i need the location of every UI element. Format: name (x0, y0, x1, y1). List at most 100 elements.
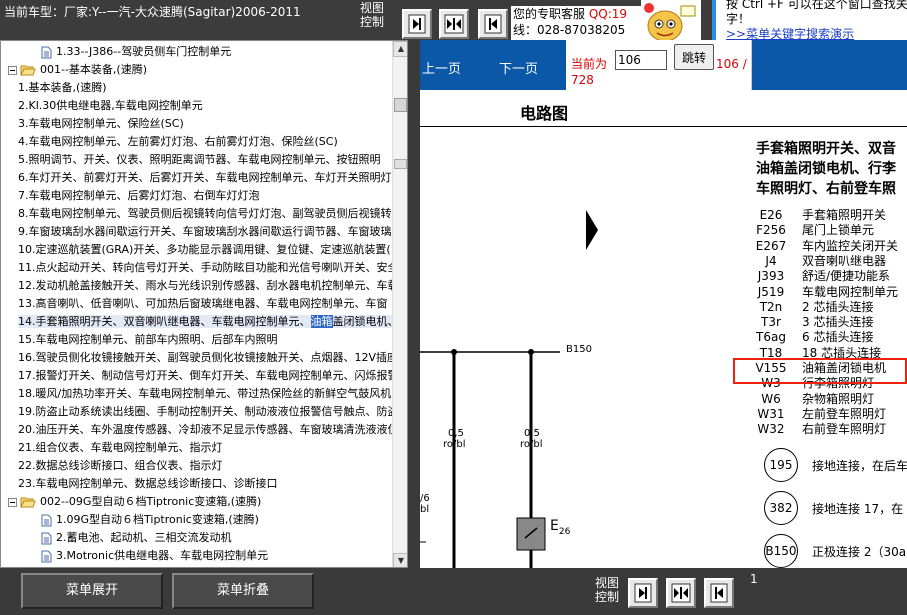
junction-1 (451, 349, 457, 355)
legend-desc: 车内监控关闭开关 (802, 238, 899, 253)
heading-line: 手套箱照明开关、双音 (756, 141, 896, 157)
arrow-right-bar-icon (634, 583, 652, 603)
tree-item[interactable]: 7.车载电网控制单元、后雾灯灯泡、右倒车灯灯泡 (18, 187, 260, 205)
legend-desc: 右前登车照明灯 (802, 422, 887, 437)
document-icon (41, 46, 52, 58)
tree-item[interactable]: 21.组合仪表、车载电网控制单元、指示灯 (18, 439, 223, 457)
legend-entry: W6 杂物箱照明灯 (740, 391, 874, 407)
current-car-model: 当前车型：厂家:Y--一汽-大众速腾(Sagitar)2006-2011 (4, 5, 301, 19)
legend-code: J4 (765, 253, 777, 268)
tree-item[interactable]: 3.Motronic供电继电器、车载电网控制单元 (41, 547, 268, 565)
tree-vertical-scrollbar[interactable]: ▲ ▼ (392, 41, 407, 567)
top-bar: 当前车型：厂家:Y--一汽-大众速腾(Sagitar)2006-2011 视图控… (0, 0, 907, 40)
search-demo-link[interactable]: >>菜单关键字搜索演示 (726, 27, 907, 40)
view-right-panel-button-bottom[interactable] (628, 578, 658, 608)
menu-tree: 1.33--J386--驾驶员侧车门控制单元 001--基本装备,(速腾) 1.基本… (1, 41, 392, 567)
legend-entry: T2n 2 芯插头连接 (740, 299, 874, 315)
tree-item[interactable]: 1.09G型自动６档Tiptronic变速箱,(速腾) (41, 511, 259, 529)
collapse-toggle-icon[interactable] (8, 65, 17, 75)
tree-item[interactable]: 2.蓄电池、起动机、三相交流发动机 (41, 529, 232, 547)
tree-item[interactable]: 19.防盗止动系统读出线圈、手制动控制开关、制动液液位报警信号触点、防盗 (18, 403, 392, 421)
tree-item[interactable]: 16.驾驶员侧化妆镜接触开关、副驾驶员侧化妆镜接触开关、点烟器、12V插座 (18, 349, 392, 367)
page-forward-arrow (586, 210, 598, 250)
legend-code: T3r (761, 315, 781, 330)
tree-item[interactable]: 1.基本装备,(速腾) (18, 79, 107, 97)
tree-folder[interactable]: 001--基本装备,(速腾) (8, 61, 147, 79)
view-left-panel-button[interactable] (478, 9, 508, 39)
legend-entry: F256 尾门上锁单元 (740, 222, 874, 238)
scroll-thumb[interactable] (394, 98, 407, 112)
legend-code: W6 (761, 391, 781, 406)
arrow-left-bar-icon (484, 14, 502, 34)
tree-item[interactable]: 17.报警灯开关、制动信号灯开关、倒车灯开关、车载电网控制单元、闪烁报警 (18, 367, 392, 385)
legend-code: W32 (757, 422, 785, 437)
legend-entry: W31 左前登车照明灯 (740, 406, 886, 422)
view-split-button[interactable] (439, 9, 469, 39)
tree-item[interactable]: 6.车灯开关、前雾灯开关、后雾灯开关、车载电网控制单元、车灯开关照明灯 (18, 169, 392, 187)
tree-item[interactable]: 22.数据总线诊断接口、组合仪表、指示灯 (18, 457, 223, 475)
view-left-panel-button-bottom[interactable] (704, 578, 734, 608)
legend-entry: J393 舒适/便捷功能系 (740, 268, 890, 284)
folder-open-icon (20, 65, 36, 76)
support-qq[interactable]: QQ:19 (589, 7, 627, 21)
tree-item[interactable]: 12.发动机舱盖接触开关、雨水与光线识别传感器、刮水器电机控制单元、车载 (18, 277, 392, 295)
diagram-panel: 上一页 下一页 当前为 跳转 106 / 728 电路图 B150 0,5 ro… (420, 40, 907, 568)
legend-code: T2n (759, 299, 783, 314)
view-split-button-bottom[interactable] (666, 578, 696, 608)
scroll-thumb-secondary[interactable] (394, 159, 407, 169)
highlight-box (733, 358, 907, 384)
collapse-toggle-icon[interactable] (8, 497, 17, 507)
connection-circle: 195 (764, 448, 798, 482)
legend-code: J393 (757, 269, 785, 284)
tree-item[interactable]: 4.车载电网控制单元、左前雾灯灯泡、右前雾灯灯泡、保险丝(SC) (18, 133, 338, 151)
tree-item[interactable]: 15.车载电网控制单元、前部车内照明、后部车内照明 (18, 331, 278, 349)
tree-item[interactable]: 5.照明调节、开关、仪表、照明距离调节器、车载电网控制单元、按钮照明 (18, 151, 381, 169)
prev-page-link[interactable]: 上一页 (422, 58, 461, 77)
tree-item[interactable]: 13.高音喇叭、低音喇叭、可加热后窗玻璃继电器、车载电网控制单元、车窗 (18, 295, 388, 313)
tree-item[interactable]: 8.车载电网控制单元、驾驶员侧后视镜转向信号灯灯泡、副驾驶员侧后视镜转 (18, 205, 392, 223)
legend-code: J519 (757, 284, 785, 299)
tree-item[interactable]: 10.定速巡航装置(GRA)开关、多功能显示器调用键、复位键、定速巡航装置( (18, 241, 391, 259)
jump-button[interactable]: 跳转 (674, 44, 714, 70)
view-right-panel-button[interactable] (402, 9, 432, 39)
menu-expand-button[interactable]: 菜单展开 (21, 573, 163, 609)
page-jump-box: 当前为 跳转 106 / 728 (566, 40, 752, 90)
arrow-left-bar-icon (710, 583, 728, 603)
tree-folder[interactable]: 002--09G型自动６档Tiptronic变速箱,(速腾) (8, 493, 261, 511)
bottom-bar: 菜单展开 菜单折叠 视图控制 1 (0, 568, 907, 615)
mascot-icon (644, 3, 696, 40)
legend-desc: 3 芯插头连接 (802, 315, 874, 330)
bus-label: B150 (566, 344, 592, 355)
legend-code: W31 (757, 406, 785, 421)
tree-item[interactable]: 3.车载电网控制单元、保险丝(SC) (18, 115, 184, 133)
menu-tree-panel: 1.33--J386--驾驶员侧车门控制单元 001--基本装备,(速腾) 1.基本… (0, 40, 408, 568)
tree-item[interactable]: 14.手套箱照明开关、双音喇叭继电器、车载电网控制单元、油箱盖闭锁电机、 (18, 313, 392, 331)
page-number-input[interactable] (615, 50, 667, 70)
panel-splitter[interactable] (408, 40, 420, 568)
view-control-label: 视图控制 (360, 1, 385, 29)
connection-desc: 正极连接 2（30a (812, 545, 907, 559)
connection-desc: 接地连接 17，在 (812, 502, 904, 516)
document-icon (41, 550, 52, 562)
scroll-up-arrow[interactable]: ▲ (393, 41, 407, 57)
legend-desc: 6 芯插头连接 (802, 330, 874, 345)
tree-item[interactable]: 23.车载电网控制单元、数据总线诊断接口、诊断接口 (18, 475, 278, 493)
split-arrows-icon (444, 14, 464, 34)
tree-item[interactable]: 11.点火起动开关、转向信号灯开关、手动防眩目功能和光信号喇叭开关、安全 (18, 259, 392, 277)
tree-item[interactable]: 1.33--J386--驾驶员侧车门控制单元 (41, 43, 231, 61)
document-icon (41, 532, 52, 544)
legend-desc: 车载电网控制单元 (802, 284, 899, 299)
page-navigation: 上一页 下一页 当前为 跳转 106 / 728 (420, 40, 907, 90)
search-tip: 按 Ctrl +F 可以在这个窗口查找关键 字！ >>菜单关键字搜索演示 (712, 0, 907, 40)
next-page-link[interactable]: 下一页 (499, 58, 538, 77)
tree-item[interactable]: 18.暖风/加热功率开关、车载电网控制单元、带过热保险丝的新鲜空气鼓风机 (18, 385, 391, 403)
view-control-label-bottom: 视图控制 (595, 576, 620, 604)
legend-entry: J4 双音喇叭继电器 (740, 253, 886, 269)
menu-collapse-button[interactable]: 菜单折叠 (172, 573, 314, 609)
scroll-down-arrow[interactable]: ▼ (393, 553, 407, 567)
tree-item[interactable]: 2.Kl.30供电继电器,车载电网控制单元 (18, 97, 203, 115)
tree-item[interactable]: 9.车窗玻璃刮水器间歇运行开关、车窗玻璃刮水器间歇运行调节器、车窗玻璃 (18, 223, 392, 241)
tree-item[interactable]: 20.油压开关、车外温度传感器、冷却液不足显示传感器、车窗玻璃清洗液液位 (18, 421, 392, 439)
heading-line: 车照明灯、右前登车照 (756, 181, 896, 197)
page-indicator: 1 (750, 572, 758, 586)
